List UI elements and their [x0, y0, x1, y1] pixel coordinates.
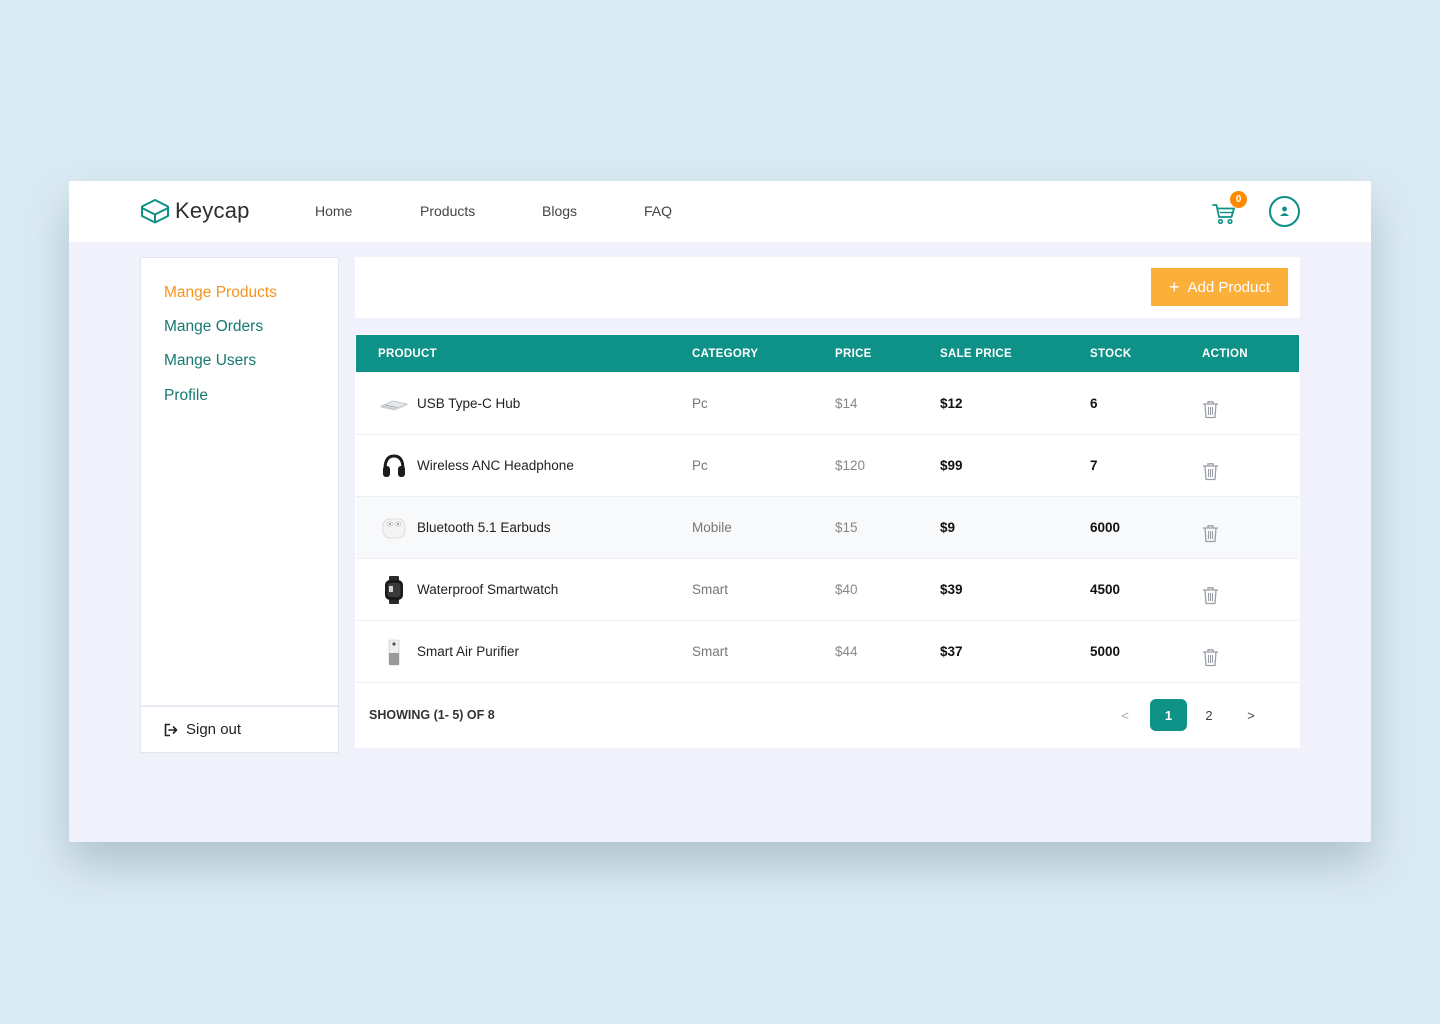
product-category: Mobile — [692, 520, 732, 535]
brand-name: Keycap — [175, 198, 250, 223]
product-sale-price: $37 — [940, 644, 963, 659]
user-icon — [1280, 206, 1289, 216]
brand-logo[interactable]: Keycap — [139, 197, 250, 225]
product-price: $44 — [835, 644, 858, 659]
product-stock: 4500 — [1090, 582, 1121, 597]
plus-icon: + — [1168, 277, 1180, 297]
sidebar: Mange Products Mange Orders Mange Users … — [140, 257, 339, 753]
product-stock: 6 — [1090, 396, 1098, 411]
sidebar-item-manage-users[interactable]: Mange Users — [164, 352, 256, 370]
sign-out-label: Sign out — [186, 721, 242, 738]
product-stock: 7 — [1090, 458, 1098, 473]
column-header-product[interactable]: PRODUCT — [378, 348, 437, 360]
product-price: $120 — [835, 458, 866, 473]
trash-icon[interactable] — [1202, 586, 1219, 605]
product-name: Wireless ANC Headphone — [417, 458, 574, 473]
sign-out-button[interactable]: Sign out — [164, 721, 241, 738]
product-name: USB Type-C Hub — [417, 396, 521, 411]
product-sale-price: $39 — [940, 582, 963, 597]
product-sale-price: $99 — [940, 458, 963, 473]
sidebar-divider — [141, 705, 338, 707]
smartwatch-thumbnail — [385, 576, 403, 604]
sidebar-item-profile[interactable]: Profile — [164, 387, 208, 405]
product-price: $15 — [835, 520, 858, 535]
product-name: Smart Air Purifier — [417, 644, 520, 659]
trash-icon[interactable] — [1202, 462, 1219, 481]
table-row[interactable]: Bluetooth 5.1 Earbuds Mobile $15 $9 6000 — [356, 497, 1299, 559]
column-header-category[interactable]: CATEGORY — [692, 348, 758, 360]
column-header-stock[interactable]: STOCK — [1090, 348, 1132, 360]
product-category: Pc — [692, 458, 708, 473]
cart-button[interactable]: 0 — [1212, 191, 1247, 229]
nav-link-faq[interactable]: FAQ — [644, 203, 672, 219]
product-name: Waterproof Smartwatch — [417, 582, 559, 597]
usb-hub-thumbnail — [379, 400, 409, 411]
product-sale-price: $12 — [940, 396, 963, 411]
add-product-label: Add Product — [1187, 278, 1271, 296]
nav-link-blogs[interactable]: Blogs — [542, 203, 577, 219]
table-header: PRODUCT CATEGORY PRICE SALE PRICE STOCK … — [356, 335, 1299, 372]
column-header-sale-price[interactable]: SALE PRICE — [940, 348, 1012, 360]
headphone-thumbnail — [383, 454, 405, 477]
product-category: Smart — [692, 582, 729, 597]
pagination-page-2[interactable]: 2 — [1192, 699, 1226, 731]
trash-icon[interactable] — [1202, 648, 1219, 667]
table-row[interactable]: USB Type-C Hub Pc $14 $12 6 — [356, 373, 1299, 435]
cart-count-badge: 0 — [1230, 191, 1247, 208]
product-stock: 6000 — [1090, 520, 1121, 535]
product-category: Smart — [692, 644, 729, 659]
pagination-next-button[interactable]: > — [1238, 699, 1264, 731]
trash-icon[interactable] — [1202, 524, 1219, 543]
product-category: Pc — [692, 396, 708, 411]
product-price: $14 — [835, 396, 858, 411]
product-sale-price: $9 — [940, 520, 956, 535]
app-window: Keycap Home Products Blogs FAQ 0 Mange P… — [69, 181, 1371, 842]
nav-link-home[interactable]: Home — [315, 203, 352, 219]
table-row[interactable]: Waterproof Smartwatch Smart $40 $39 4500 — [356, 559, 1299, 621]
column-header-price[interactable]: PRICE — [835, 348, 872, 360]
trash-icon[interactable] — [1202, 400, 1219, 419]
earbuds-thumbnail — [382, 518, 406, 539]
sidebar-item-manage-orders[interactable]: Mange Orders — [164, 318, 263, 336]
table-row[interactable]: Wireless ANC Headphone Pc $120 $99 7 — [356, 435, 1299, 497]
product-actions-bar: + Add Product — [355, 257, 1300, 318]
nav-link-products[interactable]: Products — [420, 203, 475, 219]
table-row[interactable]: Smart Air Purifier Smart $44 $37 5000 — [356, 621, 1299, 683]
sidebar-item-manage-products[interactable]: Mange Products — [164, 284, 277, 302]
user-avatar-button[interactable] — [1269, 196, 1300, 227]
cart-icon — [1212, 204, 1235, 225]
products-table: PRODUCT CATEGORY PRICE SALE PRICE STOCK … — [355, 334, 1300, 748]
add-product-button[interactable]: + Add Product — [1151, 268, 1288, 306]
product-stock: 5000 — [1090, 644, 1121, 659]
column-header-action: ACTION — [1202, 348, 1248, 360]
cube-logo-icon — [141, 199, 169, 224]
sign-out-icon — [164, 723, 178, 736]
air-purifier-thumbnail — [388, 639, 400, 666]
product-name: Bluetooth 5.1 Earbuds — [417, 520, 551, 535]
top-navbar: Keycap Home Products Blogs FAQ 0 — [69, 181, 1371, 242]
pagination-summary: SHOWING (1- 5) OF 8 — [369, 708, 495, 722]
pagination-page-1[interactable]: 1 — [1150, 699, 1187, 731]
pagination-prev-button[interactable]: < — [1112, 699, 1138, 731]
product-price: $40 — [835, 582, 858, 597]
